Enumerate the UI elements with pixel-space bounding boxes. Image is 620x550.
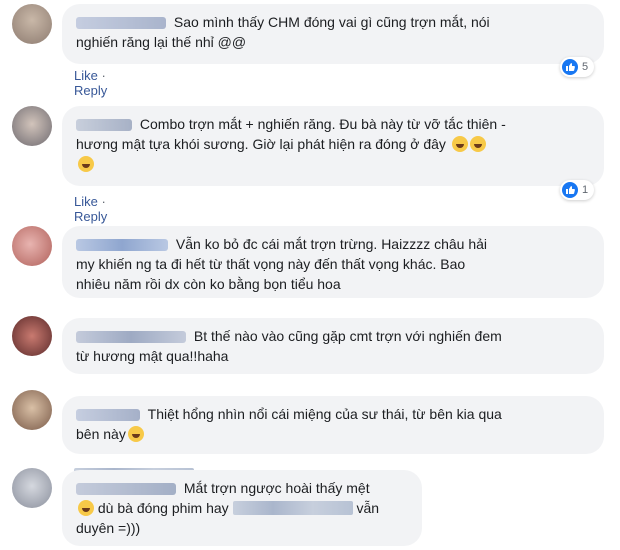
avatar[interactable] xyxy=(12,468,52,508)
comment-bubble: Bt thế nào vào cũng gặp cmt trợn với ngh… xyxy=(62,318,604,374)
avatar[interactable] xyxy=(12,226,52,266)
separator: · xyxy=(101,68,106,83)
comment-text: Mắt trợn ngược hoài thấy mệt xyxy=(183,480,370,496)
comment-text: hương mật tựa khói sương. Giờ lại phát h… xyxy=(76,136,446,152)
comment-bubble: Sao mình thấy CHM đóng vai gì cũng trợn … xyxy=(62,4,604,64)
avatar[interactable] xyxy=(12,106,52,146)
reply-link[interactable]: Reply xyxy=(74,209,107,224)
rofl-emoji-icon xyxy=(78,156,94,172)
laughing-emoji-icon xyxy=(127,426,144,442)
reaction-count[interactable]: 1 xyxy=(560,180,595,200)
separator: · xyxy=(101,194,106,209)
commenter-name[interactable] xyxy=(76,331,186,344)
comment-text: từ hương mật qua!!haha xyxy=(76,348,229,364)
rofl-emoji-icon xyxy=(451,136,468,152)
comment-text: Vẫn ko bỏ đc cái mắt trợn trừng. Haizzzz… xyxy=(175,236,488,252)
comment-actions: Like · Reply xyxy=(74,194,107,224)
rofl-emoji-icon xyxy=(469,136,486,152)
commenter-name[interactable] xyxy=(76,17,166,30)
like-link[interactable]: Like xyxy=(74,68,98,83)
commenter-name[interactable] xyxy=(76,409,140,422)
comment-text: Thiệt hổng nhìn nổi cái miệng của sư thá… xyxy=(147,406,502,422)
avatar[interactable] xyxy=(12,390,52,430)
comment-bubble: Thiệt hổng nhìn nổi cái miệng của sư thá… xyxy=(62,396,604,454)
reply-link[interactable]: Reply xyxy=(74,83,107,98)
commenter-name[interactable] xyxy=(76,239,168,252)
comment-text: nhiêu năm rồi dx còn ko bằng bọn tiểu ho… xyxy=(76,276,341,292)
comment-text: Bt thế nào vào cũng gặp cmt trợn với ngh… xyxy=(193,328,502,344)
reaction-count[interactable]: 5 xyxy=(560,57,595,77)
comment-text: Sao mình thấy CHM đóng vai gì cũng trợn … xyxy=(173,14,490,30)
comment-text: dù bà đóng phim hay xyxy=(97,500,229,516)
comment-text: vẫn xyxy=(356,500,380,516)
comment-text: nghiến răng lại thế nhỉ @@ xyxy=(76,34,247,50)
expressionless-emoji-icon xyxy=(78,500,94,516)
avatar[interactable] xyxy=(12,316,52,356)
comment-text: duyên =))) xyxy=(76,520,141,536)
comment-actions: Like · Reply xyxy=(74,68,107,98)
like-link[interactable]: Like xyxy=(74,194,98,209)
comment-bubble: Combo trợn mắt + nghiến răng. Đu bà này … xyxy=(62,106,604,186)
reaction-number: 1 xyxy=(582,184,589,196)
like-icon xyxy=(562,59,578,75)
commenter-name[interactable] xyxy=(76,119,132,132)
comment-bubble: Vẫn ko bỏ đc cái mắt trợn trừng. Haizzzz… xyxy=(62,226,604,298)
comment-text: Combo trợn mắt + nghiến răng. Đu bà này … xyxy=(139,116,506,132)
avatar[interactable] xyxy=(12,4,52,44)
comment-text: my khiến ng ta đi hết từ thất vọng này đ… xyxy=(76,256,466,272)
comment-text: bên này xyxy=(76,426,126,442)
comment-bubble: Mắt trợn ngược hoài thấy mệt dù bà đóng … xyxy=(62,470,422,546)
commenter-name[interactable] xyxy=(76,483,176,496)
reaction-number: 5 xyxy=(582,61,589,73)
obscured-text xyxy=(232,501,353,515)
like-icon xyxy=(562,182,578,198)
